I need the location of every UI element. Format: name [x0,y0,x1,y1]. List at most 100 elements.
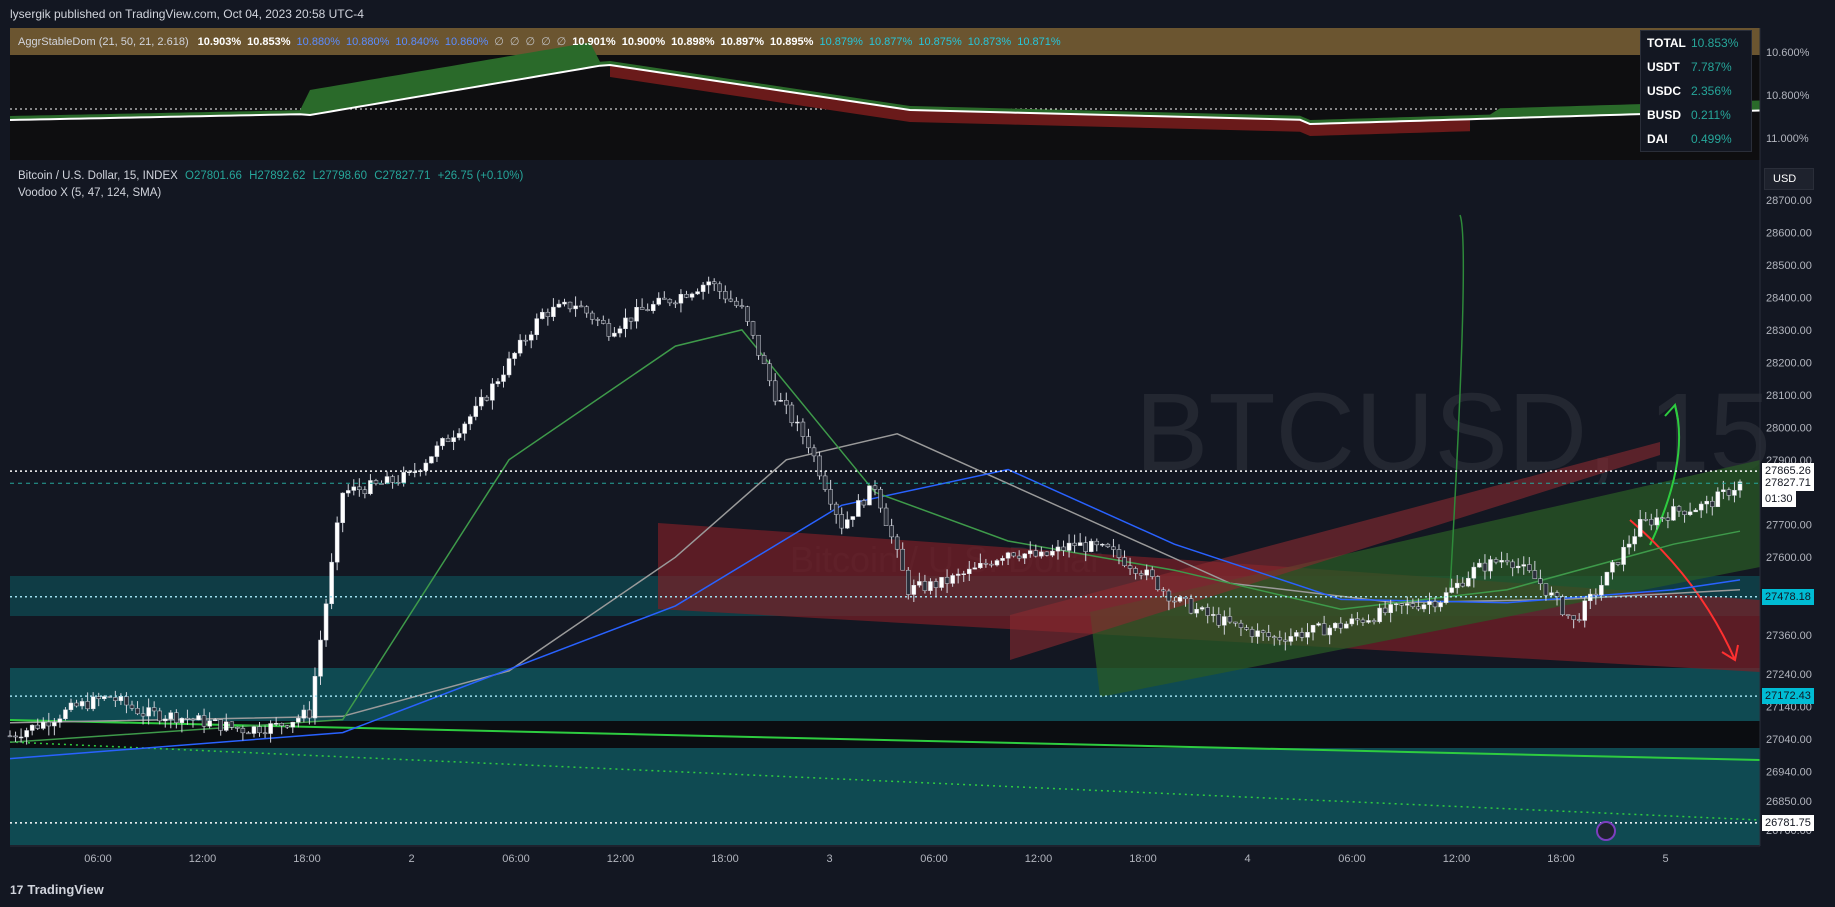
candle-body [479,396,484,407]
candle-body [18,736,24,739]
candle-body [1515,565,1521,569]
candle-body [262,732,268,735]
candle-body [1055,546,1061,552]
price-axis-label: 27360.00 [1766,630,1812,642]
candle-body [1332,622,1338,629]
candle-body [1698,503,1704,511]
candle-body [822,475,828,490]
candle-body [1083,542,1088,552]
candle-body [129,704,135,709]
candle-body [284,725,290,728]
candle-body [506,358,512,376]
candle-body [290,721,296,728]
indicator-axis-label: 10.600% [1766,47,1810,59]
currency-button[interactable]: USD [1764,168,1814,190]
candle-body [578,305,584,308]
candle-body [273,723,279,725]
candle-body [784,400,789,406]
candle-body [1266,632,1271,637]
indicator-value: 10.873% [967,36,1012,48]
candle-body [1016,555,1022,559]
bar-countdown: 01:30 [1762,491,1796,508]
candle-body [235,726,240,729]
candle-body [1283,639,1288,642]
indicator-value: 10.860% [444,36,489,48]
candle-body [240,728,246,734]
candle-body [179,717,185,723]
candle-body [124,696,129,706]
candle-body [52,722,57,727]
candle-body [750,321,756,336]
candle-body [528,334,534,341]
candle-body [1260,630,1266,633]
candle-body [540,311,545,319]
candle-body [1560,596,1565,615]
candle-body [1061,546,1066,551]
candle-body [429,456,434,464]
time-axis-label: 2 [408,853,414,865]
candle-body [13,735,18,738]
candle-body [1438,602,1443,608]
ohlc-low: L27798.60 [312,170,367,182]
candle-body [1510,561,1515,569]
candle-body [102,696,107,700]
price-axis-label: 27600.00 [1766,552,1812,564]
candle-body [401,472,406,483]
candle-body [1271,636,1277,638]
candle-body [373,480,379,484]
stable-row-value: 2.356% [1691,84,1732,98]
indicator-value: 10.900% [621,36,666,48]
candle-body [1382,607,1388,613]
candle-body [606,323,612,337]
candle-body [1050,550,1055,556]
indicator-value: 10.897% [720,36,765,48]
candle-body [1704,500,1709,505]
indicator-value: 10.853% [247,36,291,48]
indicator-legend[interactable]: AggrStableDom (21, 50, 21, 2.618) 10.903… [18,35,1061,51]
candle-body [678,294,684,304]
candle-body [723,291,728,300]
candle-body [1133,568,1138,574]
candle-body [983,562,989,565]
voodoo-legend[interactable]: Voodoo X (5, 47, 124, SMA) [18,187,161,199]
tradingview-logo[interactable]: 17 TradingView [10,882,104,897]
candle-body [872,485,878,490]
candle-body [1615,562,1621,565]
alert-icon[interactable] [1596,821,1616,841]
price-axis-label: 27240.00 [1766,669,1812,681]
main-legend[interactable]: Bitcoin / U.S. Dollar, 15, INDEX O27801.… [18,170,523,182]
candle-body [1144,569,1149,576]
price-axis-label: 28000.00 [1766,422,1812,434]
candle-body [1482,562,1488,572]
price-label-27478: 27478.18 [1762,588,1814,605]
candle-body [562,301,567,305]
time-axis-label: 4 [1244,853,1250,865]
price-axis-label: 28200.00 [1766,357,1812,369]
indicator-axis-label: 10.800% [1766,90,1810,102]
candle-body [1216,614,1222,626]
indicator-value: 10.898% [671,36,715,48]
candle-body [517,339,523,354]
candle-body [978,562,983,569]
candle-body [889,525,894,538]
candle-body [1693,509,1698,513]
time-axis-label: 3 [826,853,832,865]
candle-body [163,718,168,722]
candle-body [717,283,722,292]
candle-body [462,423,467,434]
chart-canvas[interactable]: BTCUSD, 15 Bitcoin / U.S. Dollar 28700.0… [0,0,1835,907]
candle-body [1188,598,1194,614]
candle-body [1504,560,1510,563]
candle-body [878,489,883,509]
candle-body [207,720,212,727]
candle-body [1371,620,1377,623]
candle-body [628,317,634,322]
stable-row-key: DAI [1647,132,1668,146]
indicator-value: ∅ [509,36,520,48]
price-axis-label: 27040.00 [1766,734,1812,746]
ohlc-open: O27801.66 [185,170,242,182]
indicator-value: 10.880% [296,36,340,48]
candle-body [673,302,678,305]
candle-body [451,437,456,442]
candle-body [839,514,844,529]
